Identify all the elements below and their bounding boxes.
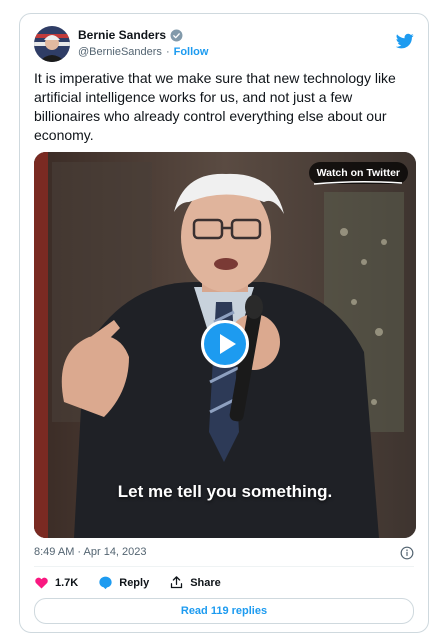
like-count: 1.7K	[55, 576, 79, 589]
avatar[interactable]	[34, 26, 70, 62]
reply-button[interactable]: Reply	[98, 575, 149, 590]
read-replies-button[interactable]: Read 119 replies	[34, 598, 414, 624]
tweet-text: It is imperative that we make sure that …	[34, 70, 396, 143]
heart-icon	[35, 577, 48, 589]
author-handle-row: @BernieSanders · Follow	[78, 46, 208, 58]
tweet-header: Bernie Sanders @BernieSanders · Follow	[34, 24, 414, 64]
reply-bubble-icon	[99, 576, 112, 590]
share-label: Share	[190, 576, 221, 589]
like-button[interactable]: 1.7K	[34, 575, 78, 590]
watch-underline-icon	[313, 180, 403, 185]
info-icon[interactable]	[400, 546, 414, 560]
share-icon	[171, 576, 183, 589]
tweet-meta: 8:49 AM · Apr 14, 2023	[34, 546, 414, 562]
tweet-card[interactable]: Bernie Sanders @BernieSanders · Follow I…	[19, 13, 429, 633]
share-button[interactable]: Share	[169, 575, 221, 590]
separator-dot: ·	[165, 46, 170, 58]
action-bar: 1.7K Reply Share	[34, 575, 221, 590]
timestamp[interactable]: 8:49 AM · Apr 14, 2023	[34, 546, 147, 558]
author-handle[interactable]: @BernieSanders	[78, 46, 162, 58]
twitter-bird-icon[interactable]	[396, 32, 414, 50]
divider	[34, 566, 414, 567]
verified-badge-icon	[170, 29, 183, 41]
video-player[interactable]: Watch on Twitter Let me tell you somethi…	[34, 152, 416, 538]
play-icon[interactable]	[201, 320, 249, 368]
reply-label: Reply	[119, 576, 150, 589]
follow-button[interactable]: Follow	[174, 46, 209, 58]
author-name[interactable]: Bernie Sanders	[78, 28, 166, 42]
video-caption: Let me tell you something.	[117, 482, 333, 501]
author-name-row: Bernie Sanders	[78, 28, 183, 42]
